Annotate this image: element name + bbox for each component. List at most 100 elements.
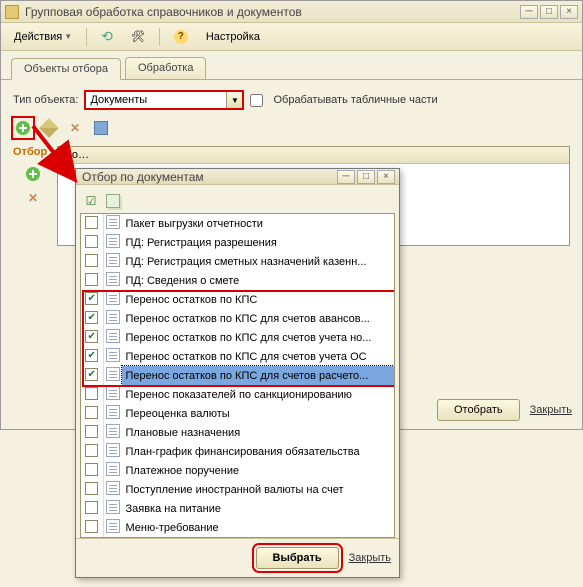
document-icon [106, 329, 120, 343]
list-item-label: ПД: Сведения о смете [122, 271, 394, 290]
dialog-footer: Выбрать Закрыть [76, 538, 399, 577]
checkbox[interactable] [85, 273, 98, 286]
list-item-label: Перенос остатков по КПС [122, 290, 394, 309]
maximize-button[interactable]: □ [540, 5, 558, 19]
list-item[interactable]: Перенос остатков по КПС [81, 290, 394, 309]
object-type-label: Тип объекта: [13, 94, 78, 106]
list-item[interactable]: Заявка на питание [81, 499, 394, 518]
process-tabular-checkbox[interactable] [250, 94, 263, 107]
document-icon [106, 215, 120, 229]
tab-objects[interactable]: Объекты отбора [11, 58, 121, 80]
list-item[interactable]: Переоценка валюты [81, 404, 394, 423]
select-button[interactable]: Отобрать [437, 399, 520, 421]
app-icon [5, 5, 19, 19]
list-item[interactable]: Перенос показателей по санкционированию [81, 385, 394, 404]
main-footer: Отобрать Закрыть [437, 399, 572, 421]
save-button[interactable] [91, 118, 111, 138]
document-icon [106, 443, 120, 457]
list-item[interactable]: Меню-требование [81, 518, 394, 537]
list-item[interactable]: Пакет выгрузки отчетности [81, 214, 394, 233]
list-item-label: Перенос остатков по КПС для счетов расче… [122, 366, 394, 385]
checkbox[interactable] [85, 501, 98, 514]
list-item[interactable]: Перенос остатков по КПС для счетов учета… [81, 328, 394, 347]
filter-grid-header: По… [58, 147, 569, 164]
main-title: Групповая обработка справочников и докум… [23, 5, 518, 19]
document-icon [106, 348, 120, 362]
document-icon [106, 367, 120, 381]
checkbox[interactable] [85, 368, 98, 381]
checkbox[interactable] [85, 482, 98, 495]
tool-button[interactable]: 🛠 [124, 27, 152, 46]
filter-delete-button[interactable]: ✕ [23, 188, 43, 208]
delete-button[interactable]: ✕ [65, 118, 85, 138]
list-item-label: Перенос показателей по санкционированию [122, 385, 394, 404]
separator [159, 28, 160, 46]
object-type-combo[interactable]: Документы ▼ [84, 90, 244, 110]
list-item-label: ПД: Регистрация сметных назначений казен… [122, 252, 394, 271]
list-item[interactable]: Поступление иностранной валюты на счет [81, 480, 394, 499]
document-icon [106, 500, 120, 514]
document-icon [106, 291, 120, 305]
checkbox[interactable] [85, 444, 98, 457]
combo-dropdown-icon[interactable]: ▼ [226, 92, 242, 108]
settings-button[interactable]: Настройка [199, 28, 267, 46]
checkbox[interactable] [85, 463, 98, 476]
list-item-label: Меню-требование [122, 518, 394, 537]
help-button[interactable]: ? [167, 27, 195, 47]
refresh-button[interactable]: ⟲ [94, 25, 120, 48]
dialog-close-link[interactable]: Закрыть [349, 552, 391, 564]
minimize-button[interactable]: ─ [520, 5, 538, 19]
checkbox[interactable] [85, 216, 98, 229]
list-item[interactable]: План-график финансирования обязательства [81, 442, 394, 461]
checkbox[interactable] [85, 425, 98, 438]
floppy-icon [94, 121, 108, 135]
checkbox[interactable] [85, 254, 98, 267]
wrench-icon: 🛠 [131, 30, 145, 43]
filter-add-button[interactable] [23, 164, 43, 184]
close-button[interactable]: × [560, 5, 578, 19]
list-item[interactable]: ПД: Сведения о смете [81, 271, 394, 290]
add-button[interactable] [13, 118, 33, 138]
checkbox[interactable] [85, 349, 98, 362]
object-type-value: Документы [86, 94, 226, 106]
x-icon: ✕ [28, 191, 38, 205]
close-link[interactable]: Закрыть [530, 404, 572, 416]
checkbox[interactable] [85, 406, 98, 419]
actions-menu[interactable]: Действия ▼ [7, 28, 79, 46]
list-item[interactable]: ПД: Регистрация сметных назначений казен… [81, 252, 394, 271]
dialog-close-button[interactable]: × [377, 170, 395, 184]
dialog-titlebar[interactable]: Отбор по документам ─ □ × [76, 169, 399, 185]
filter-section-label: Отбор [13, 146, 53, 158]
list-item-label: Пакет выгрузки отчетности [122, 214, 394, 233]
document-icon [106, 253, 120, 267]
checkbox[interactable] [85, 520, 98, 533]
checkbox[interactable] [85, 330, 98, 343]
document-icon [106, 386, 120, 400]
checkbox[interactable] [85, 387, 98, 400]
document-icon [106, 462, 120, 476]
checkbox[interactable] [85, 311, 98, 324]
dialog-minimize-button[interactable]: ─ [337, 170, 355, 184]
list-item[interactable]: Плановые назначения [81, 423, 394, 442]
document-icon [106, 310, 120, 324]
copies-button[interactable] [104, 192, 122, 210]
list-item[interactable]: Перенос остатков по КПС для счетов аванс… [81, 309, 394, 328]
tab-processing[interactable]: Обработка [125, 57, 206, 79]
list-item[interactable]: Перенос остатков по КПС для счетов расче… [81, 366, 394, 385]
list-item-label: Перенос остатков по КПС для счетов учета… [122, 347, 394, 366]
main-titlebar[interactable]: Групповая обработка справочников и докум… [1, 1, 582, 23]
check-all-button[interactable]: ☑ [82, 192, 100, 210]
list-item[interactable]: Перенос остатков по КПС для счетов учета… [81, 347, 394, 366]
object-type-row: Тип объекта: Документы ▼ Обрабатывать та… [13, 90, 570, 110]
edit-button[interactable] [39, 118, 59, 138]
list-item[interactable]: Платежное поручение [81, 461, 394, 480]
list-item[interactable]: ПД: Регистрация разрешения [81, 233, 394, 252]
dialog-title: Отбор по документам [80, 170, 335, 184]
choose-button[interactable]: Выбрать [256, 547, 339, 569]
checkbox[interactable] [85, 292, 98, 305]
document-list[interactable]: Пакет выгрузки отчетностиПД: Регистрация… [80, 213, 395, 538]
list-item-label: План-график финансирования обязательства [122, 442, 394, 461]
checkbox[interactable] [85, 235, 98, 248]
dialog-maximize-button[interactable]: □ [357, 170, 375, 184]
dialog-toolbar: ☑ [80, 189, 395, 213]
